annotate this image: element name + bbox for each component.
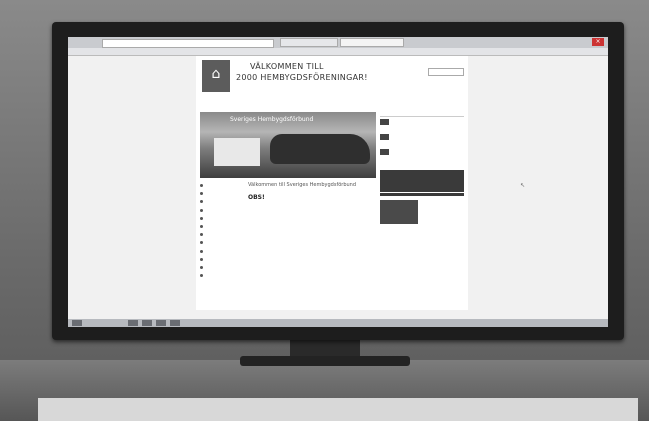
browser-menubar (68, 48, 608, 56)
sidebar-item[interactable] (200, 223, 244, 230)
side-navigation (200, 182, 244, 280)
webpage: ⌂ VÄLKOMMEN TILL 2000 HEMBYGDSFÖRENINGAR… (196, 56, 468, 310)
event-item[interactable] (380, 119, 464, 132)
taskbar-app[interactable] (156, 320, 166, 326)
site-header: ⌂ VÄLKOMMEN TILL 2000 HEMBYGDSFÖRENINGAR… (196, 56, 468, 100)
hero-image: Sveriges Hembygdsförbund (200, 112, 376, 178)
taskbar-app[interactable] (128, 320, 138, 326)
find-activity-heading (380, 112, 464, 117)
monitor-screen: × ⌂ VÄLKOMMEN TILL 2000 HEMBYGDSFÖRENING… (68, 37, 608, 327)
event-date (380, 149, 389, 155)
sidebar-item[interactable] (200, 248, 244, 255)
event-date (380, 119, 389, 125)
logo-icon[interactable]: ⌂ (202, 60, 230, 92)
main-nav[interactable] (236, 89, 461, 95)
obs-heading: OBS! (248, 194, 265, 201)
hero-trees (270, 134, 370, 164)
search-input[interactable] (428, 68, 464, 76)
taskbar (68, 319, 608, 327)
promo-box[interactable] (380, 200, 418, 224)
sidebar-item[interactable] (200, 256, 244, 263)
start-button[interactable] (72, 320, 82, 326)
address-bar[interactable] (102, 39, 274, 48)
sidebar-item[interactable] (200, 190, 244, 197)
cursor-icon: ↖ (520, 182, 526, 189)
promo-banner[interactable] (380, 170, 464, 192)
sidebar-item[interactable] (200, 215, 244, 222)
sidebar-item[interactable] (200, 182, 244, 189)
welcome-line-1: VÄLKOMMEN TILL (250, 62, 324, 71)
close-icon[interactable]: × (592, 38, 604, 46)
sidebar-item[interactable] (200, 231, 244, 238)
taskbar-app[interactable] (142, 320, 152, 326)
event-item[interactable] (380, 134, 464, 147)
monitor-stand-base (240, 356, 410, 366)
article-title: Välkommen till Sveriges Hembygdsförbund (248, 182, 357, 188)
sidebar-item[interactable] (200, 264, 244, 271)
hero-boat (214, 138, 260, 166)
taskbar-app[interactable] (170, 320, 180, 326)
paper-document (38, 398, 638, 421)
promo-banner-sub (380, 193, 464, 196)
browser-titlebar: × (68, 37, 608, 48)
welcome-line-2: 2000 HEMBYGDSFÖRENINGAR! (236, 73, 368, 82)
sidebar-item[interactable] (200, 198, 244, 205)
browser-tab[interactable] (280, 38, 338, 47)
sidebar-item[interactable] (200, 207, 244, 214)
sidebar-item[interactable] (200, 239, 244, 246)
right-column (380, 112, 464, 224)
hero-title: Sveriges Hembygdsförbund (230, 116, 314, 123)
event-date (380, 134, 389, 140)
event-item[interactable] (380, 149, 464, 162)
browser-tab-active[interactable] (340, 38, 404, 47)
sidebar-item[interactable] (200, 272, 244, 279)
main-article: Välkommen till Sveriges Hembygdsförbund … (248, 182, 374, 205)
